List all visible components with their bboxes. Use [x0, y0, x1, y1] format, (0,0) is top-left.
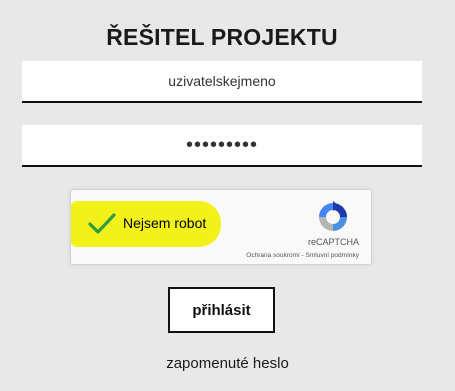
recaptcha-logo-icon	[319, 201, 347, 231]
terms-link[interactable]: Smluvní podmínky	[306, 252, 359, 259]
username-input[interactable]	[22, 61, 422, 103]
check-icon	[88, 213, 116, 234]
recaptcha-label: Nejsem robot	[123, 215, 207, 231]
recaptcha-widget: Nejsem robot reCAPTCHA Ochrana soukromí …	[70, 189, 372, 265]
recaptcha-checkbox[interactable]: Nejsem robot	[71, 201, 221, 247]
privacy-link[interactable]: Ochrana soukromí	[246, 252, 299, 259]
recaptcha-brand: reCAPTCHA	[307, 237, 359, 247]
forgot-password-link[interactable]: zapomenuté heslo	[0, 355, 455, 372]
recaptcha-links: Ochrana soukromí - Smluvní podmínky	[246, 252, 359, 259]
login-button[interactable]: přihlásit	[168, 287, 275, 333]
page-title: ŘEŠITEL PROJEKTU	[106, 24, 338, 50]
password-input[interactable]	[22, 125, 422, 167]
